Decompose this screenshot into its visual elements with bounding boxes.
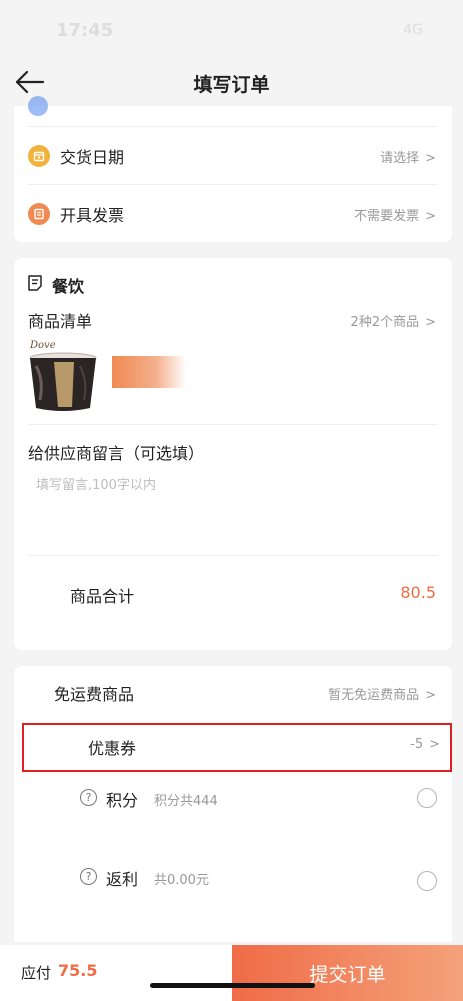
- points-label: 积分: [106, 791, 139, 810]
- rebate-label: 返利: [106, 870, 139, 889]
- invoice-icon: [28, 203, 50, 225]
- help-icon[interactable]: ?: [80, 789, 97, 806]
- divider: [28, 555, 438, 556]
- subtotal-label: 商品合计: [70, 587, 135, 606]
- rebate-value: 共0.00元: [154, 873, 209, 888]
- items-list-row[interactable]: 商品清单 2种2个商品 >: [14, 302, 452, 338]
- chevron-right-icon: >: [425, 209, 436, 224]
- chevron-right-icon: >: [425, 688, 436, 703]
- product-thumbnail[interactable]: Dove: [28, 340, 98, 414]
- coupon-label: 优惠券: [88, 739, 137, 758]
- chevron-right-icon: >: [425, 315, 436, 330]
- receipt-icon: [28, 275, 42, 291]
- payable-label: 应付: [21, 964, 52, 982]
- invoice-value: 不需要发票 >: [354, 209, 436, 224]
- items-list-summary: 2种2个商品 >: [350, 315, 436, 330]
- status-time: 17:45: [56, 20, 114, 41]
- help-icon[interactable]: ?: [80, 868, 97, 885]
- product-brand-logo: Dove: [30, 340, 56, 351]
- chevron-right-icon: >: [429, 737, 440, 752]
- divider: [28, 424, 438, 425]
- page-title: 填写订单: [193, 74, 270, 96]
- free-shipping-row[interactable]: 免运费商品 暂无免运费商品 >: [14, 666, 452, 716]
- order-card: 餐饮 商品清单 2种2个商品 > Dove 给供应商留言（可选填） 填写留言,10…: [14, 258, 452, 650]
- submit-order-button[interactable]: 提交订单: [232, 945, 463, 1001]
- rebate-radio[interactable]: [417, 871, 437, 891]
- message-input[interactable]: 填写留言,100字以内: [36, 474, 156, 493]
- delivery-date-row[interactable]: 交货日期 请选择 >: [14, 126, 452, 184]
- points-row: ? 积分 积分共444: [14, 778, 452, 820]
- delivery-date-label: 交货日期: [60, 148, 125, 167]
- coupon-row[interactable]: 优惠券 -5 >: [22, 723, 452, 772]
- points-radio[interactable]: [417, 788, 437, 808]
- delivery-card: 交货日期 请选择 > 开具发票 不需要发票 >: [14, 96, 452, 242]
- free-shipping-value: 暂无免运费商品 >: [328, 688, 436, 703]
- payable-value: 75.5: [58, 961, 98, 980]
- chevron-right-icon: >: [425, 151, 436, 166]
- subtotal-value: 80.5: [400, 583, 436, 602]
- section-title: 餐饮: [52, 277, 85, 296]
- nav-bar: 填写订单: [0, 60, 463, 106]
- address-icon: [28, 96, 48, 116]
- bottom-bar: 应付 75.5 提交订单: [0, 945, 463, 1001]
- discounts-card: 免运费商品 暂无免运费商品 > 优惠券 -5 > ? 积分 积分共444 ? 返利 …: [14, 666, 452, 942]
- delivery-date-value: 请选择 >: [380, 151, 436, 166]
- coupon-value: -5 >: [410, 737, 440, 752]
- message-label: 给供应商留言（可选填）: [28, 444, 205, 463]
- invoice-row[interactable]: 开具发票 不需要发票 >: [14, 184, 452, 242]
- items-list-label: 商品清单: [28, 312, 93, 331]
- product-name-redacted: [112, 356, 186, 388]
- status-network: 4G: [403, 22, 423, 38]
- invoice-label: 开具发票: [60, 206, 125, 225]
- home-indicator: [150, 983, 315, 988]
- product-cup-icon: [29, 352, 97, 411]
- rebate-row: ? 返利 共0.00元: [14, 858, 452, 900]
- calendar-icon: [28, 145, 50, 167]
- free-shipping-label: 免运费商品: [54, 685, 135, 704]
- status-bar: 17:45 4G: [0, 0, 463, 60]
- points-value: 积分共444: [154, 794, 218, 809]
